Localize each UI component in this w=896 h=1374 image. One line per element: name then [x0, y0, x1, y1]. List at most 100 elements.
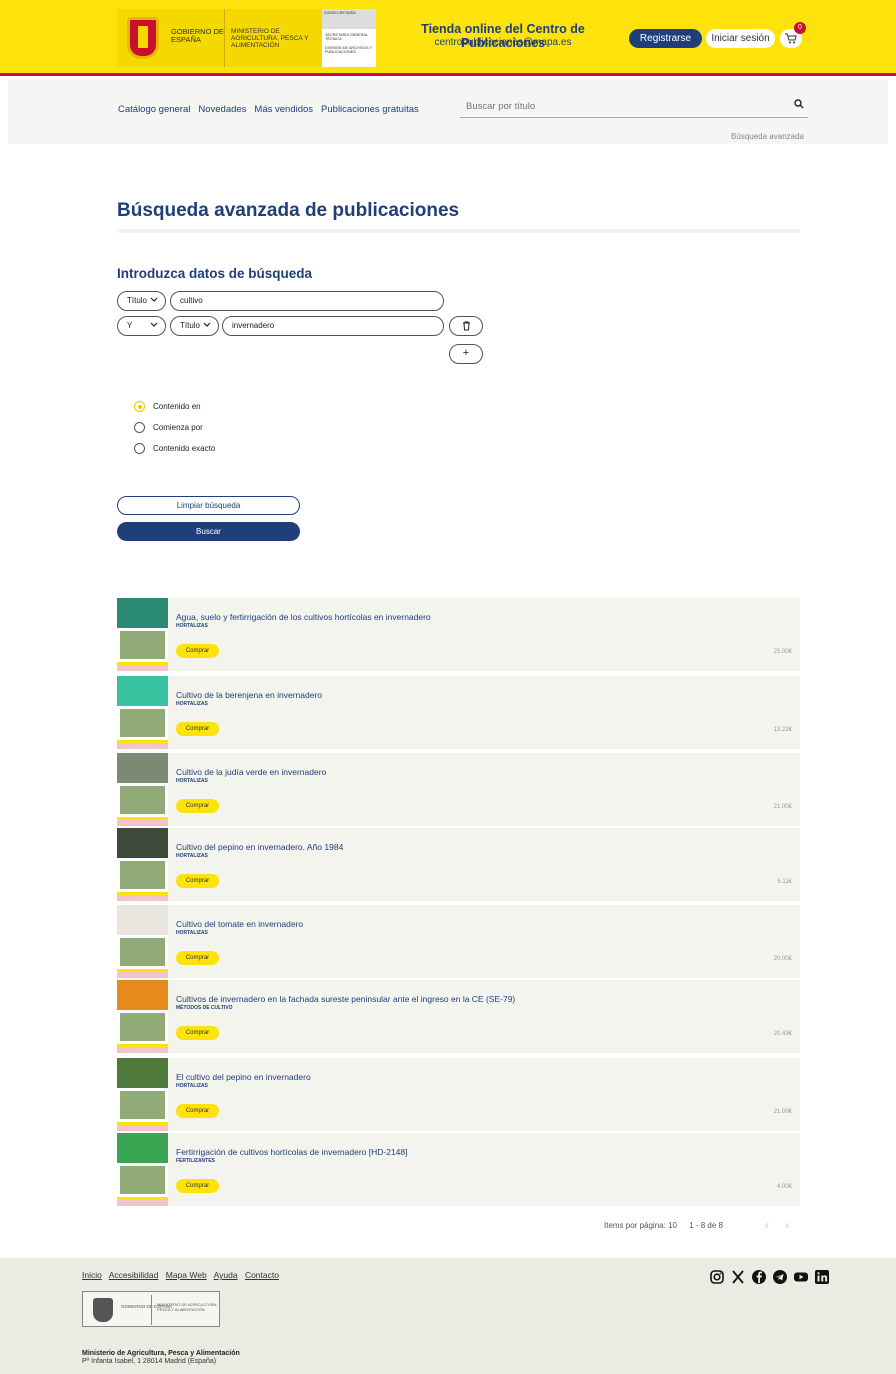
radio-dot [134, 422, 145, 433]
footer-link-ayuda[interactable]: Ayuda [214, 1270, 238, 1280]
instagram-icon[interactable] [709, 1269, 725, 1285]
book-cover-image[interactable] [117, 1133, 168, 1206]
sub-line2: DIVISIÓN DE ARCHIVOS Y PUBLICACIONES [325, 45, 373, 55]
result-item[interactable]: Cultivo de la berenjena en invernadero HO… [117, 676, 800, 749]
result-item[interactable]: El cultivo del pepino en invernadero HORT… [117, 1058, 800, 1131]
youtube-icon[interactable] [793, 1269, 809, 1285]
result-title[interactable]: Cultivo de la judía verde en invernadero [176, 767, 326, 777]
search-term-1-value: cultivo [180, 296, 203, 305]
field-select-1-value: Título [127, 296, 148, 305]
ministry-label: MINISTERIO DE AGRICULTURA, PESCA Y ALIME… [224, 9, 314, 67]
result-title[interactable]: El cultivo del pepino en invernadero [176, 1072, 311, 1082]
book-cover-image[interactable] [117, 980, 168, 1053]
search-term-2-value: invernadero [232, 321, 275, 330]
result-title[interactable]: Fertirrigación de cultivos hortícolas de… [176, 1147, 408, 1157]
store-email[interactable]: centropublicaciones@mapa.es [378, 37, 628, 48]
result-category: FERTILIZANTES [176, 1158, 215, 1164]
result-item[interactable]: Cultivo del pepino en invernadero. Año 1… [117, 828, 800, 901]
search-term-2[interactable]: invernadero [222, 316, 444, 336]
radio-dot [134, 401, 145, 412]
result-price: 21.00€ [773, 804, 792, 810]
footer: Inicio Accesibilidad Mapa Web Ayuda Cont… [0, 1258, 896, 1374]
search-icon[interactable] [794, 99, 804, 109]
buy-button[interactable]: Comprar [176, 1026, 219, 1040]
result-title[interactable]: Cultivo del tomate en invernadero [176, 919, 303, 929]
footer-link-inicio[interactable]: Inicio [82, 1270, 102, 1280]
footer-link-accesibilidad[interactable]: Accesibilidad [109, 1270, 159, 1280]
result-title[interactable]: Cultivos de invernadero en la fachada su… [176, 994, 515, 1004]
book-cover-image[interactable] [117, 676, 168, 749]
result-item[interactable]: Cultivos de invernadero en la fachada su… [117, 980, 800, 1053]
login-button[interactable]: Iniciar sesión [706, 29, 775, 48]
buy-button[interactable]: Comprar [176, 951, 219, 965]
radio-dot [134, 443, 145, 454]
result-price: 4.00€ [776, 1184, 792, 1190]
buy-button[interactable]: Comprar [176, 874, 219, 888]
book-cover-image[interactable] [117, 828, 168, 901]
register-button[interactable]: Registrarse [629, 29, 702, 48]
book-cover-image[interactable] [117, 753, 168, 826]
radio-label: Comienza por [153, 423, 203, 432]
field-select-1[interactable]: Título [117, 291, 166, 311]
buy-button[interactable]: Comprar [176, 1179, 219, 1193]
buy-button[interactable]: Comprar [176, 722, 219, 736]
result-item[interactable]: Agua, suelo y fertirrigación de los cult… [117, 598, 800, 671]
clear-search-button[interactable]: Limpiar búsqueda [117, 496, 300, 515]
subsecretaria-logo: SUBSECRETARÍA SECRETARÍA GENERAL TÉCNICA… [322, 9, 376, 67]
delete-row-button[interactable] [449, 316, 483, 336]
search-input[interactable] [466, 96, 786, 116]
section-title: Introduzca datos de búsqueda [117, 266, 313, 281]
cart-icon [785, 33, 797, 44]
result-price: 20.00€ [773, 956, 792, 962]
nav-mas-vendidos[interactable]: Más vendidos [254, 104, 313, 115]
advanced-search-link[interactable]: Búsqueda avanzada [731, 132, 804, 141]
footer-address: Pº Infanta Isabel, 1 28014 Madrid (Españ… [82, 1358, 217, 1365]
result-price: 25.00€ [773, 649, 792, 655]
prev-page-icon[interactable]: ‹ [765, 1218, 769, 1232]
trash-icon [462, 321, 470, 331]
book-cover-image[interactable] [117, 905, 168, 978]
nav-novedades[interactable]: Novedades [198, 104, 246, 115]
nav-gratuitas[interactable]: Publicaciones gratuitas [321, 104, 419, 115]
buy-button[interactable]: Comprar [176, 1104, 219, 1118]
buy-button[interactable]: Comprar [176, 644, 219, 658]
book-cover-image[interactable] [117, 1058, 168, 1131]
add-row-button[interactable]: + [449, 344, 483, 364]
telegram-icon[interactable] [772, 1269, 788, 1285]
buy-button[interactable]: Comprar [176, 799, 219, 813]
top-header: GOBIERNO DE ESPAÑA MINISTERIO DE AGRICUL… [0, 0, 896, 76]
items-per-page[interactable]: Items por página: 10 [604, 1221, 677, 1230]
footer-link-mapa-web[interactable]: Mapa Web [166, 1270, 207, 1280]
next-page-icon[interactable]: › [785, 1218, 789, 1232]
operator-select[interactable]: Y [117, 316, 166, 336]
result-category: HORTALIZAS [176, 778, 208, 784]
footer-links: Inicio Accesibilidad Mapa Web Ayuda Cont… [82, 1270, 284, 1280]
spain-crest-icon [117, 9, 169, 67]
spain-crest-icon [93, 1298, 113, 1322]
result-category: HORTALIZAS [176, 701, 208, 707]
nav-catalogo[interactable]: Catálogo general [118, 104, 190, 115]
footer-ministry-label: MINISTERIO DE AGRICULTURA, PESCA Y ALIME… [157, 1302, 218, 1312]
result-item[interactable]: Cultivo del tomate en invernadero HORTALI… [117, 905, 800, 978]
footer-org-name: Ministerio de Agricultura, Pesca y Alime… [82, 1350, 240, 1357]
result-item[interactable]: Fertirrigación de cultivos hortícolas de… [117, 1133, 800, 1206]
result-price: 21.00€ [773, 1109, 792, 1115]
operator-value: Y [127, 321, 133, 330]
result-title[interactable]: Cultivo del pepino en invernadero. Año 1… [176, 842, 343, 852]
x-icon[interactable] [730, 1269, 746, 1285]
radio-label: Contenido en [153, 402, 201, 411]
social-links [709, 1269, 830, 1285]
result-category: HORTALIZAS [176, 930, 208, 936]
book-cover-image[interactable] [117, 598, 168, 671]
search-button[interactable]: Buscar [117, 522, 300, 541]
result-item[interactable]: Cultivo de la judía verde en invernadero… [117, 753, 800, 826]
field-select-2[interactable]: Título [170, 316, 219, 336]
cart-count-badge: 0 [794, 22, 806, 34]
footer-link-contacto[interactable]: Contacto [245, 1270, 279, 1280]
search-term-1[interactable]: cultivo [170, 291, 444, 311]
facebook-icon[interactable] [751, 1269, 767, 1285]
result-category: MÉTODOS DE CULTIVO [176, 1005, 233, 1011]
result-title[interactable]: Cultivo de la berenjena en invernadero [176, 690, 322, 700]
result-title[interactable]: Agua, suelo y fertirrigación de los cult… [176, 612, 431, 622]
linkedin-icon[interactable] [814, 1269, 830, 1285]
